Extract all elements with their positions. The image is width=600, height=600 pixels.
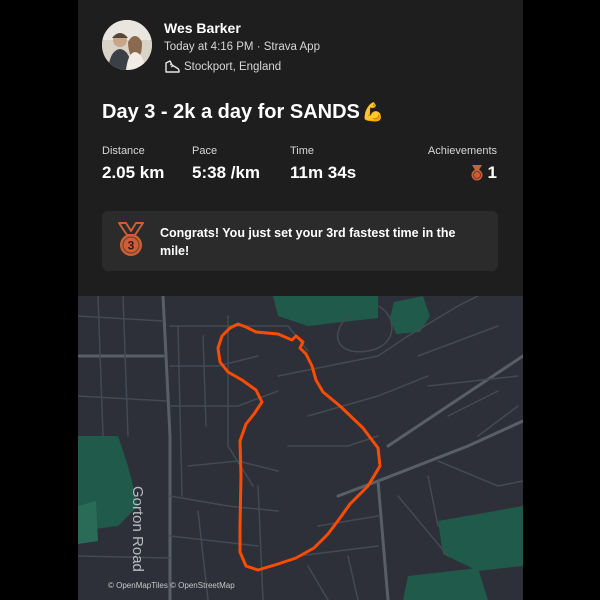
profile-photo-icon bbox=[102, 20, 152, 70]
stat-distance-value: 2.05 km bbox=[102, 163, 165, 182]
achievement-text: Congrats! You just set your 3rd fastest … bbox=[160, 226, 456, 258]
stat-pace-value: 5:38 /km bbox=[192, 163, 261, 182]
route-map[interactable]: Gorton Road © OpenMapTiles © OpenStreetM… bbox=[78, 296, 523, 600]
road-label: Gorton Road bbox=[129, 486, 146, 572]
stat-distance: Distance 2.05 km bbox=[102, 145, 164, 183]
activity-card: Wes Barker Today at 4:16 PM · Strava App… bbox=[78, 0, 523, 600]
stat-time-label: Time bbox=[290, 145, 315, 157]
medal-icon bbox=[471, 165, 483, 181]
achievement-banner[interactable]: 3 Congrats! You just set your 3rd fastes… bbox=[102, 211, 498, 271]
location-label: Stockport, England bbox=[184, 61, 282, 73]
stat-time: Time 11m 34s bbox=[290, 145, 356, 183]
stat-time-value: 11m 34s bbox=[290, 163, 357, 182]
activity-meta: Today at 4:16 PM · Strava App bbox=[164, 41, 320, 53]
activity-title-text: Day 3 - 2k a day for SANDS bbox=[102, 101, 360, 123]
stat-achievements-value: 1 bbox=[487, 163, 497, 182]
flexed-biceps-icon: 💪 bbox=[361, 102, 385, 122]
park-area bbox=[438, 506, 523, 571]
stat-achievements-label: Achievements bbox=[427, 145, 497, 157]
park-area bbox=[403, 568, 488, 600]
avatar[interactable] bbox=[102, 20, 152, 70]
map-attribution[interactable]: © OpenMapTiles © OpenStreetMap bbox=[108, 581, 235, 590]
stat-pace-label: Pace bbox=[192, 145, 218, 157]
park-area bbox=[390, 296, 430, 334]
park-area bbox=[273, 296, 378, 326]
activity-location: Stockport, England bbox=[164, 60, 281, 74]
park-area bbox=[78, 501, 98, 544]
medal-number: 3 bbox=[128, 239, 135, 253]
stat-achievements[interactable]: Achievements 1 bbox=[428, 145, 497, 183]
stat-pace: Pace 5:38 /km bbox=[192, 145, 260, 183]
bronze-medal-icon: 3 bbox=[118, 222, 144, 256]
activity-title[interactable]: Day 3 - 2k a day for SANDS 💪 bbox=[102, 101, 384, 124]
stat-distance-label: Distance bbox=[102, 145, 145, 157]
shoe-icon bbox=[165, 60, 180, 73]
athlete-name[interactable]: Wes Barker bbox=[164, 20, 241, 36]
